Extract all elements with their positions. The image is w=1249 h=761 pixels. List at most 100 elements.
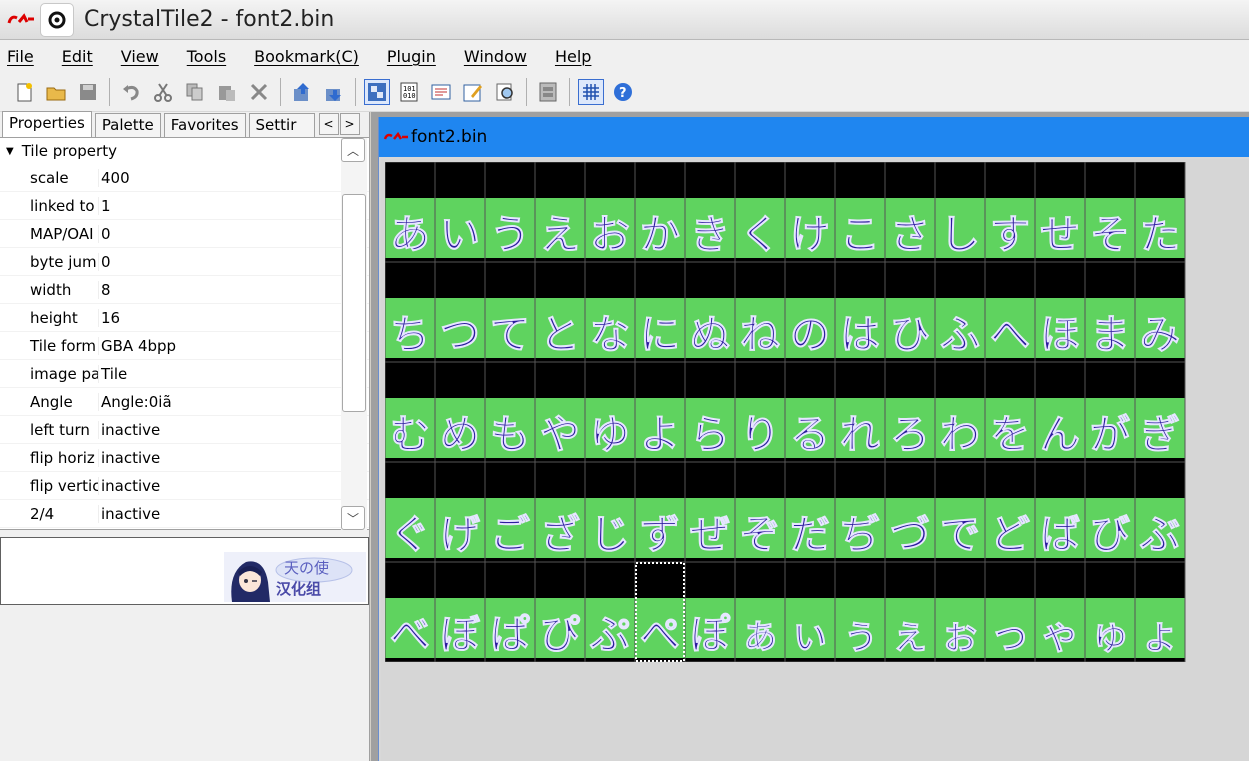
property-value[interactable]: Angle:0iã xyxy=(98,392,338,411)
tile-cell[interactable]: ぅ xyxy=(835,598,885,658)
tile-cell[interactable]: づ xyxy=(885,498,935,558)
tile-cell[interactable]: ば xyxy=(1035,498,1085,558)
property-value[interactable]: inactive xyxy=(98,504,338,523)
tile-cell[interactable]: ぢ xyxy=(835,498,885,558)
tile-cell[interactable]: ぬ xyxy=(685,298,735,358)
property-scrollbar[interactable]: ︿ ﹀ xyxy=(341,138,367,530)
tab-scroll-right-button[interactable]: > xyxy=(339,113,360,135)
property-row[interactable]: image pa Tile xyxy=(0,360,369,388)
tile-cell[interactable]: ぱ xyxy=(485,598,535,658)
tile-cell[interactable]: ぺ xyxy=(635,598,685,658)
hex-view-button[interactable]: 101 010 xyxy=(396,79,422,105)
menu-view[interactable]: View xyxy=(121,47,159,66)
property-value[interactable]: inactive xyxy=(98,420,338,439)
tile-cell[interactable]: さ xyxy=(885,198,935,258)
property-value[interactable]: inactive xyxy=(98,448,338,467)
tile-cell[interactable]: じ xyxy=(585,498,635,558)
cut-button[interactable] xyxy=(150,79,176,105)
tile-view-button[interactable] xyxy=(364,78,390,105)
tile-cell[interactable]: せ xyxy=(1035,198,1085,258)
property-row[interactable]: height 16 xyxy=(0,304,369,332)
tile-cell[interactable]: を xyxy=(985,398,1035,458)
menu-edit[interactable]: Edit xyxy=(62,47,93,66)
tile-cell[interactable]: む xyxy=(385,398,435,458)
tile-cell[interactable]: ざ xyxy=(535,498,585,558)
text-view-button[interactable] xyxy=(428,79,454,105)
tile-cell[interactable]: ぎ xyxy=(1135,398,1185,458)
tile-cell[interactable]: め xyxy=(435,398,485,458)
property-value[interactable]: GBA 4bpp xyxy=(98,336,338,355)
tile-cell[interactable]: っ xyxy=(985,598,1035,658)
tile-cell[interactable]: ぁ xyxy=(735,598,785,658)
tab-scroll-left-button[interactable]: < xyxy=(318,113,339,135)
tile-cell[interactable]: び xyxy=(1085,498,1135,558)
property-row[interactable]: scale 400 xyxy=(0,164,369,192)
tile-cell[interactable]: ぷ xyxy=(585,598,635,658)
tile-cell[interactable]: ね xyxy=(735,298,785,358)
tile-cell[interactable]: そ xyxy=(1085,198,1135,258)
tile-cell[interactable]: き xyxy=(685,198,735,258)
undo-button[interactable] xyxy=(118,79,144,105)
tile-cell[interactable]: わ xyxy=(935,398,985,458)
menu-file[interactable]: File xyxy=(7,47,34,66)
export-button[interactable] xyxy=(321,79,347,105)
tile-cell[interactable]: う xyxy=(485,198,535,258)
tile-cell[interactable]: へ xyxy=(985,298,1035,358)
tile-cell[interactable]: の xyxy=(785,298,835,358)
menu-window[interactable]: Window xyxy=(464,47,527,66)
property-value[interactable]: 8 xyxy=(98,280,338,299)
tile-cell[interactable]: し xyxy=(935,198,985,258)
tile-cell[interactable]: ぜ xyxy=(685,498,735,558)
tile-cell[interactable]: ぉ xyxy=(935,598,985,658)
scroll-down-icon[interactable]: ﹀ xyxy=(341,506,365,530)
tile-grid[interactable]: あいうえおかきくけこさしすせそたちつてとなにぬねのはひふへほまみむめもやゆよらり… xyxy=(385,162,1186,662)
tab-palette[interactable]: Palette xyxy=(94,113,161,137)
tile-cell[interactable]: ん xyxy=(1035,398,1085,458)
tile-cell[interactable]: え xyxy=(535,198,585,258)
property-row[interactable]: Tile form GBA 4bpp xyxy=(0,332,369,360)
tile-cell[interactable]: ち xyxy=(385,298,435,358)
property-row[interactable]: flip horiz inactive xyxy=(0,444,369,472)
save-button[interactable] xyxy=(75,79,101,105)
scrollbar-thumb[interactable] xyxy=(342,194,366,412)
tile-cell[interactable]: べ xyxy=(385,598,435,658)
tile-cell[interactable]: ょ xyxy=(1135,598,1185,658)
property-value[interactable]: inactive xyxy=(98,476,338,495)
tile-cell[interactable]: ぞ xyxy=(735,498,785,558)
window-menu-button[interactable] xyxy=(40,2,74,37)
property-row[interactable]: flip vertic inactive xyxy=(0,472,369,500)
property-value[interactable]: 400 xyxy=(98,168,338,187)
tile-cell[interactable]: ど xyxy=(985,498,1035,558)
tile-cell[interactable]: ふ xyxy=(935,298,985,358)
document-title-bar[interactable]: font2.bin xyxy=(379,117,1249,157)
menu-tools[interactable]: Tools xyxy=(187,47,226,66)
grid-button[interactable] xyxy=(578,78,604,105)
tile-cell[interactable]: ろ xyxy=(885,398,935,458)
property-row[interactable]: byte jum 0 xyxy=(0,248,369,276)
tile-cell[interactable]: も xyxy=(485,398,535,458)
tile-cell[interactable]: ゃ xyxy=(1035,598,1085,658)
property-row[interactable]: left turn inactive xyxy=(0,416,369,444)
tile-cell[interactable]: つ xyxy=(435,298,485,358)
tab-settings[interactable]: Settir xyxy=(248,113,315,137)
property-row[interactable]: linked to 1 xyxy=(0,192,369,220)
property-value[interactable]: 16 xyxy=(98,308,338,327)
property-value[interactable]: 0 xyxy=(98,224,338,243)
tile-cell[interactable]: て xyxy=(485,298,535,358)
tab-properties[interactable]: Properties xyxy=(2,111,92,137)
tile-cell[interactable]: ゆ xyxy=(585,398,635,458)
tile-cell[interactable]: な xyxy=(585,298,635,358)
tile-cell[interactable]: ら xyxy=(685,398,735,458)
edit-button[interactable] xyxy=(460,79,486,105)
tile-cell[interactable]: げ xyxy=(435,498,485,558)
tile-cell[interactable]: は xyxy=(835,298,885,358)
collapse-caret-icon[interactable]: ▼ xyxy=(6,146,14,157)
menu-plugin[interactable]: Plugin xyxy=(387,47,436,66)
tile-cell[interactable]: ぶ xyxy=(1135,498,1185,558)
tile-cell[interactable]: れ xyxy=(835,398,885,458)
tile-cell[interactable]: ぽ xyxy=(685,598,735,658)
tile-cell[interactable]: ず xyxy=(635,498,685,558)
crystaltile-logo-icon[interactable] xyxy=(6,10,36,30)
search-button[interactable] xyxy=(492,79,518,105)
tile-cell[interactable]: く xyxy=(735,198,785,258)
